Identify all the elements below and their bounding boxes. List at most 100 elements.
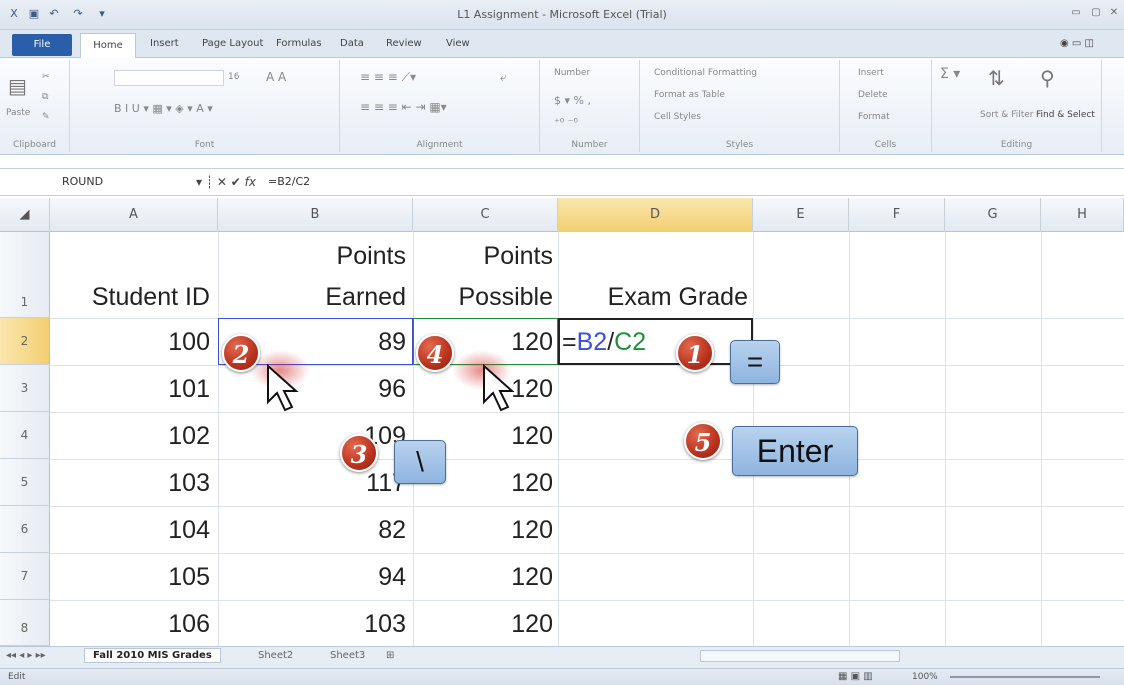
tab-formulas[interactable]: Formulas	[276, 38, 322, 49]
align-top-icons[interactable]: ≡ ≡ ≡ ⟋▾	[360, 70, 416, 85]
cell-a2[interactable]: 100	[50, 328, 210, 357]
sheet-tab-3[interactable]: Sheet3	[330, 650, 365, 661]
number-format-box[interactable]: Number	[554, 68, 590, 78]
key-enter: Enter	[732, 426, 858, 476]
column-header-f[interactable]: F	[849, 198, 945, 232]
delete-button[interactable]: Delete	[858, 90, 888, 100]
cell-b3[interactable]: 96	[218, 375, 406, 404]
formula-buttons[interactable]: ▾ ┊ ✕ ✔ fx	[196, 172, 266, 192]
fx-icon[interactable]: fx	[245, 175, 256, 189]
row-header-4[interactable]: 4	[0, 412, 50, 459]
tab-home[interactable]: Home	[80, 33, 136, 59]
row-header-5[interactable]: 5	[0, 459, 50, 506]
column-header-h[interactable]: H	[1041, 198, 1124, 232]
cell-a6[interactable]: 104	[50, 516, 210, 545]
formula-input[interactable]: =B2/C2	[268, 172, 310, 192]
select-all-corner[interactable]: ◢	[0, 198, 50, 232]
tab-review[interactable]: Review	[386, 38, 422, 49]
currency-icon[interactable]: $ ▾ % ,	[554, 94, 591, 107]
name-box[interactable]: ROUND	[52, 172, 192, 192]
copy-icon[interactable]: ⧉	[42, 92, 48, 102]
cell-c7[interactable]: 120	[413, 563, 553, 592]
font-name-box[interactable]	[114, 70, 224, 86]
grow-font-icon[interactable]: A A	[266, 70, 286, 84]
gridline	[50, 412, 1124, 413]
zoom-slider[interactable]	[950, 676, 1100, 678]
sheet-tab-2[interactable]: Sheet2	[258, 650, 293, 661]
wrap-text-icon[interactable]: ⤶	[500, 70, 507, 85]
autosum-icon[interactable]: Σ ▾	[940, 66, 960, 82]
view-buttons[interactable]: ▦ ▣ ▥	[838, 671, 873, 682]
conditional-formatting-button[interactable]: Conditional Formatting	[654, 68, 757, 78]
cells-group: Insert Delete Format Cells	[840, 60, 932, 152]
sheet-tab-active[interactable]: Fall 2010 MIS Grades	[84, 648, 221, 663]
cell-c6[interactable]: 120	[413, 516, 553, 545]
cell-b1-line1[interactable]: Points	[218, 242, 406, 271]
row-header-6[interactable]: 6	[0, 506, 50, 553]
sheet-nav-arrows[interactable]: ◂◂ ◂ ▸ ▸▸	[6, 650, 46, 661]
cell-b1-line2[interactable]: Earned	[218, 283, 406, 312]
step-badge-4: 4	[416, 334, 454, 372]
cell-styles-button[interactable]: Cell Styles	[654, 112, 701, 122]
cell-b6[interactable]: 82	[218, 516, 406, 545]
insert-button[interactable]: Insert	[858, 68, 884, 78]
help-icon[interactable]: ◉ ▭ ◫	[1060, 38, 1094, 49]
cell-b7[interactable]: 94	[218, 563, 406, 592]
gridline	[50, 506, 1124, 507]
row-header-7[interactable]: 7	[0, 553, 50, 600]
column-header-d[interactable]: D	[558, 198, 753, 232]
find-select-icon[interactable]: ⚲	[1040, 66, 1055, 90]
tab-file[interactable]: File	[12, 34, 72, 56]
column-header-c[interactable]: C	[413, 198, 558, 232]
insert-sheet-icon[interactable]: ⊞	[386, 650, 394, 661]
row-header-1[interactable]: 1	[0, 232, 50, 318]
cell-a5[interactable]: 103	[50, 469, 210, 498]
format-painter-icon[interactable]: ✎	[42, 112, 50, 122]
decimal-icons[interactable]: ⁺⁰ ⁻⁰	[554, 116, 578, 129]
font-size-box[interactable]: 16	[228, 72, 239, 82]
cell-b5[interactable]: 117	[218, 469, 406, 498]
clipboard-label: Clipboard	[13, 140, 56, 150]
cell-c1-line1[interactable]: Points	[413, 242, 553, 271]
tab-insert[interactable]: Insert	[150, 38, 179, 49]
horizontal-scrollbar[interactable]	[700, 650, 900, 662]
column-header-e[interactable]: E	[753, 198, 849, 232]
cell-a4[interactable]: 102	[50, 422, 210, 451]
align-center-icons[interactable]: ≡ ≡ ≡ ⇤ ⇥ ▦▾	[360, 100, 447, 114]
styles-group: Conditional Formatting Format as Table C…	[640, 60, 840, 152]
close-icon[interactable]: ✕	[1106, 7, 1122, 21]
cell-d1[interactable]: Exam Grade	[558, 283, 748, 312]
row-header-2[interactable]: 2	[0, 318, 50, 365]
sort-filter-button[interactable]: Sort & Filter	[980, 110, 1033, 120]
find-select-button[interactable]: Find & Select	[1036, 110, 1095, 120]
cut-icon[interactable]: ✂	[42, 72, 50, 82]
key-equals: =	[730, 340, 780, 384]
column-header-b[interactable]: B	[218, 198, 413, 232]
format-button[interactable]: Format	[858, 112, 890, 122]
minimize-icon[interactable]: ▭	[1068, 7, 1084, 21]
cell-b8[interactable]: 103	[218, 610, 406, 639]
row-header-3[interactable]: 3	[0, 365, 50, 412]
cell-a7[interactable]: 105	[50, 563, 210, 592]
cell-a8[interactable]: 106	[50, 610, 210, 639]
cell-c8[interactable]: 120	[413, 610, 553, 639]
cell-a1[interactable]: Student ID	[50, 283, 210, 312]
alignment-label: Alignment	[416, 140, 463, 150]
maximize-icon[interactable]: ▢	[1088, 7, 1104, 21]
sort-filter-icon[interactable]: ⇅	[988, 66, 1005, 90]
column-header-g[interactable]: G	[945, 198, 1041, 232]
zoom-level[interactable]: 100%	[912, 672, 938, 682]
cell-b4[interactable]: 109	[218, 422, 406, 451]
row-header-8[interactable]: 8	[0, 600, 50, 646]
paste-icon[interactable]: ▤	[8, 74, 27, 98]
column-header-a[interactable]: A	[50, 198, 218, 232]
format-as-table-button[interactable]: Format as Table	[654, 90, 725, 100]
cell-a3[interactable]: 101	[50, 375, 210, 404]
paste-label[interactable]: Paste	[6, 108, 30, 118]
tab-view[interactable]: View	[446, 38, 470, 49]
tab-page-layout[interactable]: Page Layout	[202, 38, 263, 49]
tab-data[interactable]: Data	[340, 38, 364, 49]
cell-c1-line2[interactable]: Possible	[413, 283, 554, 312]
cell-d2-formula[interactable]: =B2/C2	[562, 328, 646, 357]
bold-italic-underline[interactable]: B I U ▾ ▦ ▾ ◈ ▾ A ▾	[114, 102, 213, 115]
